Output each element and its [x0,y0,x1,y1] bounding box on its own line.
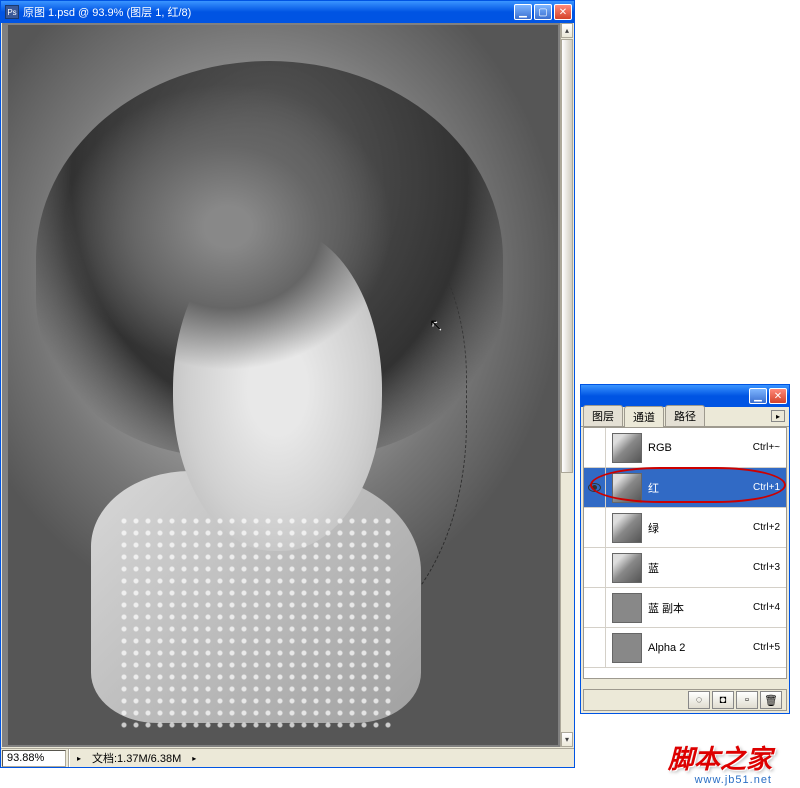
panel-titlebar[interactable]: ▁ ✕ [581,385,789,407]
panel-menu-icon[interactable]: ▸ [771,410,785,422]
scroll-up-icon[interactable]: ▴ [561,23,573,38]
channel-row-rgb[interactable]: RGB Ctrl+~ [584,428,786,468]
canvas-area[interactable] [2,23,560,747]
document-title: 原图 1.psd @ 93.9% (图层 1, 红/8) [23,4,514,20]
visibility-toggle[interactable] [584,548,606,587]
visibility-toggle[interactable] [584,428,606,467]
visibility-toggle[interactable] [584,628,606,667]
save-selection-button[interactable]: ◘ [712,691,734,709]
minimize-button[interactable]: ▁ [514,4,532,20]
delete-channel-button[interactable]: 🗑 [760,691,782,709]
channel-name: 红 [648,480,753,496]
channel-thumb [612,473,642,503]
document-info: 文档:1.37M/6.38M [86,750,187,766]
maximize-button[interactable]: ▢ [534,4,552,20]
panel-close-button[interactable]: ✕ [769,388,787,404]
load-selection-button[interactable]: ◌ [688,691,710,709]
panel-minimize-button[interactable]: ▁ [749,388,767,404]
channel-row-blue[interactable]: 蓝 Ctrl+3 [584,548,786,588]
canvas-image[interactable] [8,25,558,745]
channel-row-green[interactable]: 绿 Ctrl+2 [584,508,786,548]
vertical-scrollbar[interactable]: ▴ ▾ [560,23,573,747]
channel-name: 绿 [648,520,753,536]
cursor-icon: ↖ [429,315,442,335]
panel-tabs: 图层 通道 路径 ▸ [581,407,789,427]
channel-shortcut: Ctrl+1 [753,482,780,493]
tab-paths[interactable]: 路径 [665,405,705,426]
channel-list: RGB Ctrl+~ 红 Ctrl+1 绿 Ctrl+2 蓝 Ctrl+3 蓝 … [583,427,787,679]
status-dropdown-icon[interactable]: ▸ [187,754,201,763]
visibility-toggle[interactable] [584,508,606,547]
visibility-toggle[interactable] [584,468,606,507]
visibility-toggle[interactable] [584,588,606,627]
tab-channels[interactable]: 通道 [624,406,664,427]
channel-row-blue-copy[interactable]: 蓝 副本 Ctrl+4 [584,588,786,628]
scroll-thumb[interactable] [561,39,573,473]
channel-name: Alpha 2 [648,642,753,654]
channel-thumb [612,513,642,543]
status-menu-icon[interactable]: ▸ [72,754,86,763]
eye-icon [588,483,601,492]
channel-shortcut: Ctrl+4 [753,602,780,613]
watermark-url: www.jb51.net [695,774,772,786]
close-button[interactable]: ✕ [554,4,572,20]
channel-thumb [612,553,642,583]
zoom-field[interactable]: 93.88% [2,750,66,767]
statusbar: 93.88% ▸ 文档:1.37M/6.38M ▸ [1,748,574,767]
app-icon: Ps [5,5,19,19]
channel-thumb [612,593,642,623]
channel-thumb [612,433,642,463]
channel-thumb [612,633,642,663]
channel-row-alpha2[interactable]: Alpha 2 Ctrl+5 [584,628,786,668]
channel-name: RGB [648,442,753,454]
document-titlebar[interactable]: Ps 原图 1.psd @ 93.9% (图层 1, 红/8) ▁ ▢ ✕ [1,1,574,23]
channel-shortcut: Ctrl+5 [753,642,780,653]
channel-name: 蓝 [648,560,753,576]
channel-shortcut: Ctrl+~ [753,442,780,453]
channel-shortcut: Ctrl+2 [753,522,780,533]
tab-layers[interactable]: 图层 [583,405,623,426]
channel-name: 蓝 副本 [648,600,753,616]
channel-row-red[interactable]: 红 Ctrl+1 [584,468,786,508]
panel-footer: ◌ ◘ ▫ 🗑 [583,689,787,711]
new-channel-button[interactable]: ▫ [736,691,758,709]
channels-panel: ▁ ✕ 图层 通道 路径 ▸ RGB Ctrl+~ 红 Ctrl+1 绿 Ctr… [580,384,790,714]
channel-shortcut: Ctrl+3 [753,562,780,573]
scroll-down-icon[interactable]: ▾ [561,732,573,747]
watermark-text: 脚本之家 [668,739,772,776]
document-window: Ps 原图 1.psd @ 93.9% (图层 1, 红/8) ▁ ▢ ✕ ↖ … [0,0,575,768]
